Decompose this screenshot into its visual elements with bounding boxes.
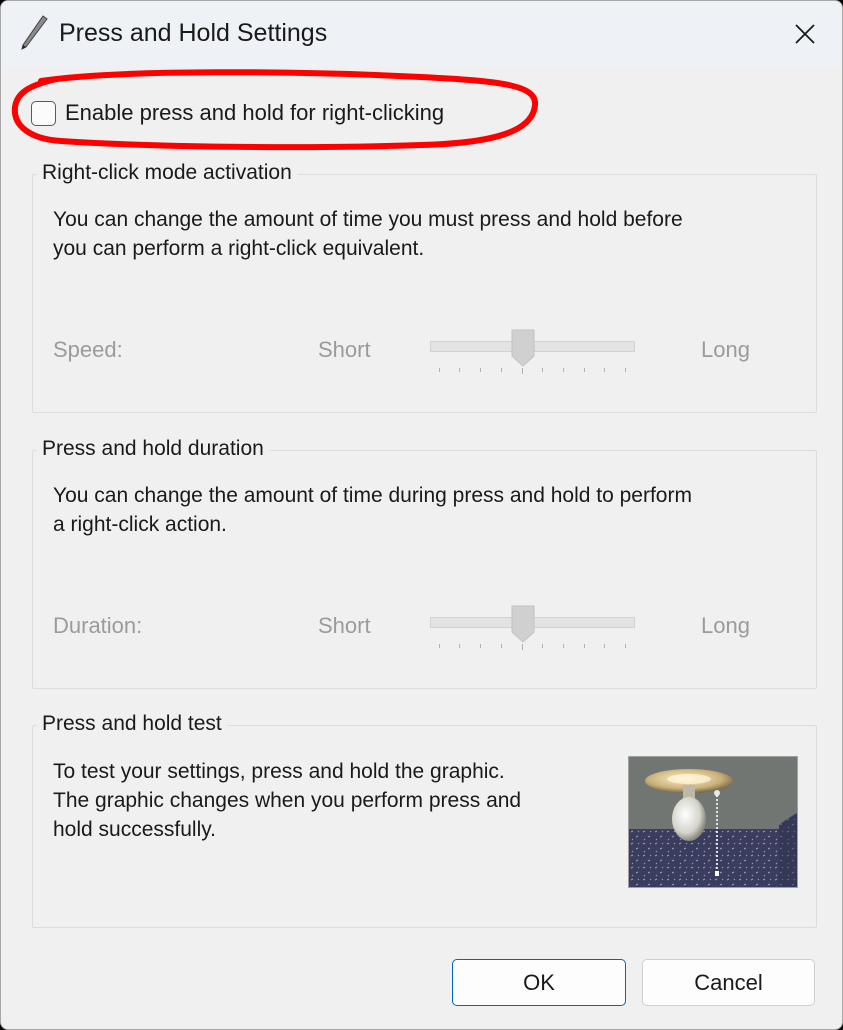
speed-label: Speed:: [53, 337, 123, 362]
speed-slider[interactable]: [429, 329, 635, 379]
pen-icon: [21, 15, 48, 50]
activation-legend: Right-click mode activation: [37, 161, 297, 185]
speed-slider-thumb[interactable]: [511, 329, 535, 367]
duration-legend: Press and hold duration: [37, 437, 269, 461]
duration-slider[interactable]: [429, 605, 635, 655]
test-group: Press and hold test To test your setting…: [32, 712, 817, 928]
speed-max-label: Long: [701, 337, 750, 362]
close-button[interactable]: [779, 13, 831, 55]
cancel-button[interactable]: Cancel: [642, 959, 815, 1006]
duration-min-label: Short: [318, 613, 371, 638]
press-and-hold-test-graphic[interactable]: [628, 756, 798, 888]
press-and-hold-dialog: Press and Hold Settings Enable press and…: [0, 0, 843, 1030]
window-title: Press and Hold Settings: [59, 19, 328, 47]
duration-slider-thumb[interactable]: [511, 605, 535, 643]
test-description: To test your settings, press and hold th…: [53, 760, 522, 841]
duration-label: Duration:: [53, 613, 143, 638]
enable-press-and-hold-label[interactable]: Enable press and hold for right-clicking: [65, 100, 444, 126]
light-bulb-icon: [629, 757, 797, 887]
speed-slider-ticks: [439, 368, 626, 374]
enable-press-and-hold-checkbox[interactable]: [31, 100, 56, 126]
activation-group: Right-click mode activation You can chan…: [32, 161, 817, 413]
title-bar: Press and Hold Settings: [1, 1, 842, 67]
duration-group: Press and hold duration You can change t…: [32, 437, 817, 689]
duration-description: You can change the amount of time during…: [53, 484, 692, 536]
duration-slider-ticks: [439, 644, 626, 650]
duration-max-label: Long: [701, 613, 750, 638]
test-legend: Press and hold test: [37, 712, 227, 736]
enable-press-and-hold-row[interactable]: Enable press and hold for right-clicking: [31, 97, 444, 129]
speed-min-label: Short: [318, 337, 371, 362]
activation-description: You can change the amount of time you mu…: [53, 208, 683, 260]
ok-button[interactable]: OK: [452, 959, 626, 1006]
close-icon: [795, 24, 815, 44]
